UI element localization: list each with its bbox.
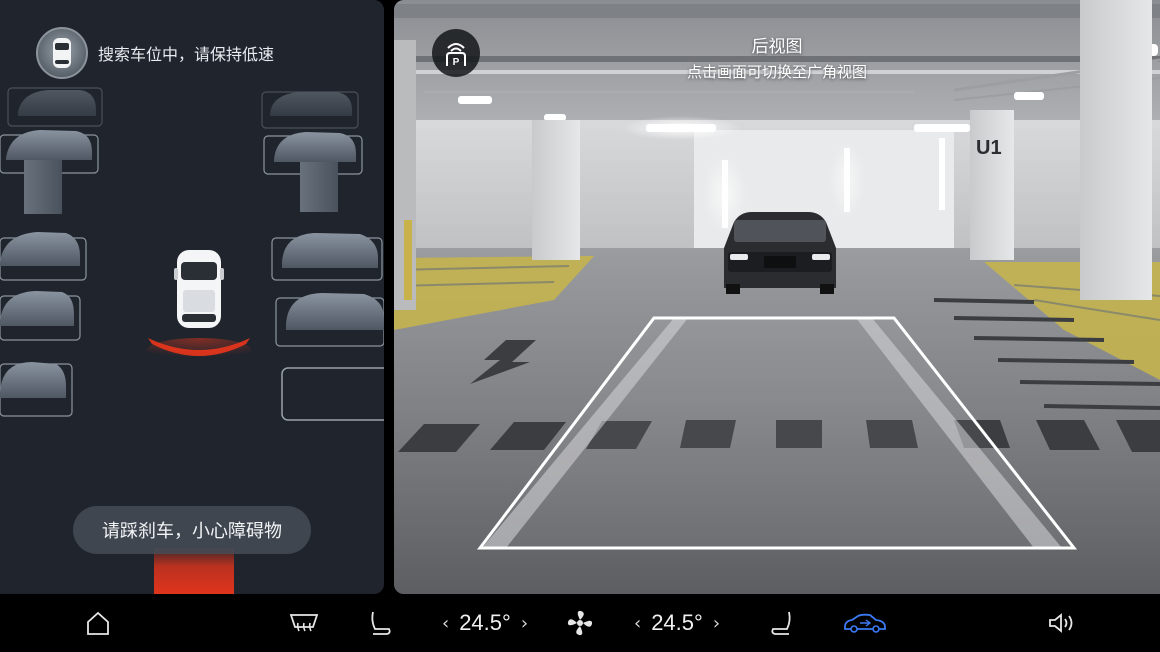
camera-feed	[394, 0, 1160, 594]
parked-car	[0, 291, 81, 341]
right-temp-increase[interactable]: ›	[713, 613, 720, 634]
rear-defrost-icon	[289, 614, 319, 632]
obstacle-vehicle	[724, 212, 836, 294]
parked-car	[0, 232, 87, 281]
pillar-label: U1	[976, 137, 1002, 159]
rear-defrost-button[interactable]	[286, 594, 322, 652]
home-icon	[87, 611, 109, 635]
rear-camera-view[interactable]: U1 P 后视图 点击画面可切换至广角视图	[394, 0, 1160, 594]
bottom-dock: ‹ 24.5° › ‹ 24.5° ›	[0, 594, 1160, 652]
brake-warning-toast: 请踩刹车，小心障碍物	[73, 506, 311, 554]
seat-heat-right-button[interactable]	[764, 594, 800, 652]
camera-view-title: 后视图	[751, 37, 803, 57]
parking-map	[0, 87, 384, 594]
parked-car	[0, 362, 73, 417]
left-temp-control[interactable]: ‹ 24.5° ›	[436, 594, 534, 652]
volume-icon	[1049, 613, 1073, 633]
fan-icon	[567, 610, 593, 636]
parking-car-avatar-icon	[36, 27, 88, 79]
parked-car	[263, 132, 363, 212]
parked-car	[7, 87, 103, 127]
right-temp-decrease[interactable]: ‹	[634, 613, 641, 634]
left-temp-decrease[interactable]: ‹	[442, 613, 449, 634]
seat-heat-left-button[interactable]	[362, 594, 398, 652]
parked-car	[0, 130, 99, 214]
parking-status: 搜索车位中，请保持低速	[36, 27, 274, 79]
rear-path-indicator	[154, 548, 234, 594]
vehicle-icon	[844, 613, 886, 633]
seat-heat-right-icon	[771, 611, 791, 635]
home-button[interactable]	[80, 594, 116, 652]
empty-parking-slot[interactable]	[281, 367, 384, 421]
left-temp-value: 24.5°	[459, 610, 511, 635]
right-temp-control[interactable]: ‹ 24.5° ›	[628, 594, 726, 652]
vehicle-button[interactable]	[840, 594, 890, 652]
parked-car	[261, 91, 359, 129]
fan-button[interactable]	[562, 594, 598, 652]
volume-button[interactable]	[1044, 594, 1080, 652]
ego-vehicle	[174, 250, 224, 328]
seat-heat-left-icon	[371, 611, 391, 635]
parking-status-text: 搜索车位中，请保持低速	[98, 45, 275, 64]
parking-map-panel: 搜索车位中，请保持低速 请踩刹车，小心障碍物	[0, 0, 384, 594]
camera-view-hint: 点击画面可切换至广角视图	[686, 63, 867, 81]
left-temp-increase[interactable]: ›	[521, 613, 528, 634]
right-temp-value: 24.5°	[651, 610, 703, 635]
parked-car	[271, 233, 383, 281]
parked-car	[275, 293, 384, 347]
